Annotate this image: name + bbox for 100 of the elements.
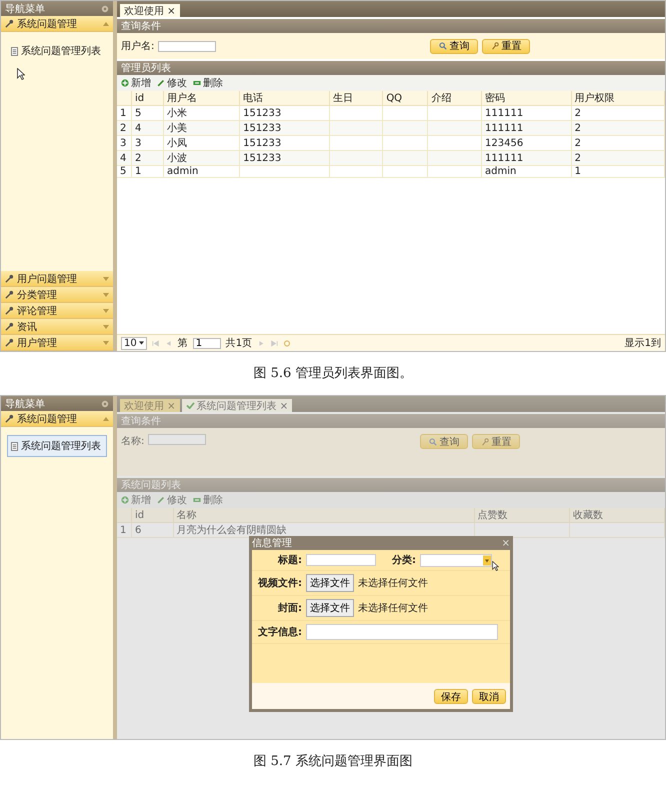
add-icon <box>121 79 129 87</box>
column-header[interactable]: 生日 <box>329 91 383 106</box>
table-cell: 1 <box>571 166 664 178</box>
field-label: 标题: <box>276 554 302 567</box>
row-number: 4 <box>117 150 132 166</box>
minus-icon <box>193 496 201 504</box>
wrench-icon <box>5 322 14 331</box>
table-cell: 4 <box>132 120 164 136</box>
file-status: 未选择任何文件 <box>358 576 428 590</box>
column-header[interactable]: 用户名 <box>164 91 240 106</box>
page-number-field[interactable]: 1 <box>192 338 221 348</box>
field-label: 用户名: <box>121 40 154 53</box>
edit-button[interactable]: 修改 <box>157 76 187 90</box>
wrench-icon <box>5 290 14 299</box>
expand-icon[interactable] <box>103 340 109 344</box>
file-status: 未选择任何文件 <box>358 602 428 615</box>
wrench-icon <box>481 438 490 446</box>
search-button[interactable]: 查询 <box>430 38 478 54</box>
add-button[interactable]: 新增 <box>121 493 151 507</box>
refresh-icon[interactable] <box>283 340 292 346</box>
choose-file-button[interactable]: 选择文件 <box>306 574 354 592</box>
wrench-icon <box>491 42 500 50</box>
column-header[interactable]: id <box>132 91 164 106</box>
accordion-header[interactable]: 用户管理 <box>1 335 113 351</box>
wrench-icon <box>5 414 14 423</box>
column-header[interactable]: 电话 <box>240 91 330 106</box>
column-header[interactable]: id <box>132 508 174 522</box>
save-button[interactable]: 保存 <box>434 688 468 704</box>
cancel-button[interactable]: 取消 <box>472 688 506 704</box>
column-header[interactable]: QQ <box>382 91 428 106</box>
page-label: 第 <box>178 337 188 350</box>
delete-button[interactable]: 删除 <box>193 493 223 507</box>
tab[interactable]: 系统问题管理列表 × <box>182 399 292 412</box>
field-label: 封面: <box>277 602 302 615</box>
document-icon <box>11 46 18 56</box>
delete-button[interactable]: 删除 <box>193 76 223 90</box>
table-cell: 2 <box>571 150 664 166</box>
collapse-icon[interactable] <box>103 22 109 26</box>
panel-title: 查询条件 <box>121 20 161 33</box>
settings-icon[interactable] <box>101 4 109 12</box>
page-info: 显示1到 <box>624 337 661 350</box>
table-cell: 151233 <box>240 120 330 136</box>
tab[interactable]: 欢迎使用 × <box>120 4 180 17</box>
page-size-select[interactable]: 10 <box>121 336 147 350</box>
field-label: 分类: <box>390 554 416 567</box>
table-cell: 2 <box>571 120 664 136</box>
choose-file-button[interactable]: 选择文件 <box>306 599 354 617</box>
accordion-header[interactable]: 资讯 <box>1 319 113 335</box>
field-label: 视频文件: <box>256 576 302 590</box>
nav-item[interactable]: 系统问题管理列表 <box>7 435 107 457</box>
column-header[interactable]: 用户权限 <box>571 91 664 106</box>
table-cell: 6 <box>132 522 174 538</box>
pencil-icon <box>157 79 165 87</box>
settings-icon[interactable] <box>101 400 109 408</box>
add-button[interactable]: 新增 <box>121 76 151 90</box>
expand-icon[interactable] <box>103 324 109 328</box>
panel-title: 系统问题列表 <box>121 478 181 492</box>
sidebar-title: 导航菜单 <box>5 2 45 16</box>
accordion-header[interactable]: 分类管理 <box>1 287 113 303</box>
previous-page-icon[interactable] <box>164 340 173 346</box>
table-cell: admin <box>482 166 572 178</box>
accordion-header[interactable]: 系统问题管理 <box>1 411 113 427</box>
search-button[interactable]: 查询 <box>420 434 468 449</box>
accordion-header[interactable]: 用户问题管理 <box>1 271 113 287</box>
first-page-icon[interactable] <box>152 340 160 346</box>
accordion-header[interactable]: 系统问题管理 <box>1 16 113 32</box>
minus-icon <box>193 79 201 87</box>
title-field[interactable] <box>306 554 376 566</box>
table-cell: 小波 <box>164 150 240 166</box>
panel-title: 管理员列表 <box>121 62 171 75</box>
check-icon <box>186 402 195 409</box>
column-header[interactable]: 密码 <box>482 91 572 106</box>
expand-icon[interactable] <box>103 292 109 296</box>
pencil-icon <box>157 496 165 504</box>
reset-button[interactable]: 重置 <box>482 38 530 54</box>
accordion-header[interactable]: 评论管理 <box>1 303 113 319</box>
wrench-icon <box>5 306 14 315</box>
expand-icon[interactable] <box>103 308 109 312</box>
search-field[interactable] <box>158 40 216 52</box>
table-cell: 2 <box>132 150 164 166</box>
reset-button[interactable]: 重置 <box>472 434 520 449</box>
column-header[interactable]: 收藏数 <box>569 508 664 522</box>
collapse-icon[interactable] <box>103 416 109 420</box>
nav-item[interactable]: 系统问题管理列表 <box>7 40 107 62</box>
figure-caption: 图 5.7 系统问题管理界面图 <box>252 753 414 771</box>
table-cell: admin <box>164 166 240 178</box>
field-label: 文字信息: <box>257 625 302 639</box>
text-area[interactable] <box>306 624 498 640</box>
search-icon <box>429 438 438 446</box>
column-header[interactable]: 点赞数 <box>474 508 570 522</box>
search-field[interactable] <box>148 434 206 445</box>
column-header[interactable]: 介绍 <box>428 91 482 106</box>
table-cell: 小美 <box>164 120 240 136</box>
last-page-icon[interactable] <box>270 340 278 346</box>
wrench-icon <box>5 338 14 347</box>
add-icon <box>121 496 129 504</box>
next-page-icon[interactable] <box>257 340 266 346</box>
table-cell: 1 <box>132 166 164 178</box>
column-header[interactable]: 名称 <box>173 508 474 522</box>
expand-icon[interactable] <box>103 276 109 280</box>
